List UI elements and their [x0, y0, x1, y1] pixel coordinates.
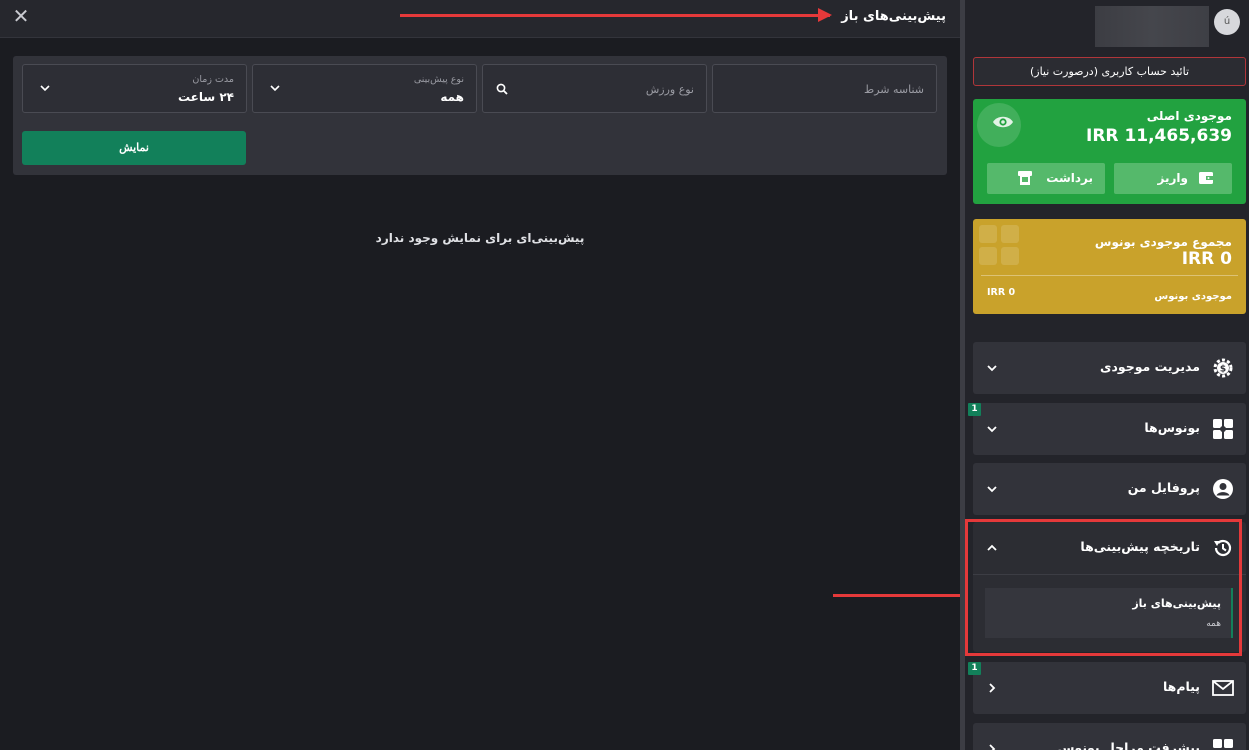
avatar[interactable]: ú — [1214, 9, 1240, 35]
menu-my-profile[interactable]: پروفایل من — [973, 463, 1246, 515]
menu-bonuses[interactable]: بونوس‌ها — [973, 403, 1246, 455]
chevron-down-icon — [987, 486, 997, 493]
search-icon — [496, 83, 508, 95]
bonus-balance-amount: IRR 0 — [1181, 249, 1232, 269]
filter-panel: شناسه شرط نوع ورزش نوع پیش‌بینی همه مدت … — [13, 56, 947, 175]
history-icon — [1214, 539, 1232, 557]
bonus-icon — [1213, 419, 1233, 439]
history-divider — [973, 574, 1246, 575]
bonus-divider — [981, 275, 1238, 276]
messages-count-badge: 1 — [968, 662, 981, 675]
svg-text:$: $ — [1220, 365, 1226, 375]
sport-type-placeholder: نوع ورزش — [645, 83, 694, 96]
menu-bonus-progress[interactable]: پیشرفت مراحل بونوس — [973, 723, 1246, 750]
menu-label: پروفایل من — [1127, 480, 1200, 495]
username-redacted — [1095, 6, 1209, 47]
bet-id-input[interactable]: شناسه شرط — [712, 64, 937, 113]
bonus-sub-label: موجودی بونوس — [1154, 291, 1232, 302]
withdraw-button[interactable]: برداشت — [987, 163, 1105, 194]
bonus-watermark-icon — [979, 225, 1019, 265]
menu-messages[interactable]: پیام‌ها — [973, 662, 1246, 714]
open-bets-title: پیش‌بینی‌های باز — [1132, 597, 1221, 610]
show-button[interactable]: نمایش — [22, 131, 246, 165]
account-sidebar: ú تائید حساب کاربری (درصورت نیاز) موجودی… — [965, 0, 1249, 750]
deposit-label: واریز — [1157, 171, 1188, 185]
main-balance-amount: IRR 11,465,639 — [1086, 126, 1232, 146]
bonus-balance-title: مجموع موجودی بونوس — [1094, 235, 1232, 249]
bonus-sub-value: IRR 0 — [987, 287, 1016, 298]
bet-history-header[interactable]: تاریخچه پیش‌بینی‌ها — [973, 522, 1246, 574]
chevron-right-icon — [989, 744, 996, 750]
atm-icon — [1018, 171, 1032, 185]
open-bets-link[interactable]: پیش‌بینی‌های باز همه — [985, 588, 1233, 638]
gear-dollar-icon: $ — [1213, 358, 1233, 378]
chevron-down-icon — [40, 85, 50, 92]
withdraw-label: برداشت — [1046, 171, 1093, 185]
chevron-down-icon — [987, 426, 997, 433]
bet-type-label: نوع پیش‌بینی — [413, 74, 464, 85]
menu-label: تاریخچه پیش‌بینی‌ها — [1080, 539, 1200, 554]
menu-label: مدیریت موجودی — [1100, 359, 1200, 374]
bonuses-count-badge: 1 — [968, 403, 981, 416]
envelope-icon — [1212, 680, 1234, 696]
wallet-icon — [1199, 172, 1213, 184]
close-icon[interactable]: ✕ — [10, 5, 32, 27]
bonus-progress-icon — [1213, 739, 1233, 748]
bet-type-select[interactable]: نوع پیش‌بینی همه — [252, 64, 477, 113]
menu-balance-management[interactable]: مدیریت موجودی $ — [973, 342, 1246, 394]
chevron-up-icon — [987, 544, 997, 551]
main-balance-card: موجودی اصلی IRR 11,465,639 واریز برداشت — [973, 99, 1246, 204]
top-bar: ✕ پیش‌بینی‌های باز — [0, 0, 960, 38]
duration-value: ۲۴ ساعت — [177, 90, 234, 104]
main-balance-title: موجودی اصلی — [1146, 109, 1232, 123]
open-bets-subtitle: همه — [1206, 619, 1221, 629]
deposit-button[interactable]: واریز — [1114, 163, 1232, 194]
duration-label: مدت زمان — [192, 74, 234, 85]
sport-type-search[interactable]: نوع ورزش — [482, 64, 707, 113]
chevron-down-icon — [270, 85, 280, 92]
duration-select[interactable]: مدت زمان ۲۴ ساعت — [22, 64, 247, 113]
bonus-balance-card: مجموع موجودی بونوس IRR 0 موجودی بونوس IR… — [973, 219, 1246, 314]
eye-icon[interactable] — [992, 114, 1014, 130]
menu-label: پیشرفت مراحل بونوس — [1057, 740, 1200, 750]
user-circle-icon — [1213, 479, 1233, 499]
chevron-right-icon — [989, 683, 996, 693]
bet-id-placeholder: شناسه شرط — [864, 83, 924, 96]
chevron-down-icon — [987, 365, 997, 372]
empty-state-message: پیش‌بینی‌ای برای نمایش وجود ندارد — [375, 231, 585, 245]
menu-bet-history: تاریخچه پیش‌بینی‌ها پیش‌بینی‌های باز همه — [973, 522, 1246, 652]
menu-label: پیام‌ها — [1162, 679, 1200, 694]
main-panel: ✕ پیش‌بینی‌های باز شناسه شرط نوع ورزش نو… — [0, 0, 960, 750]
menu-label: بونوس‌ها — [1144, 420, 1200, 435]
verify-account-button[interactable]: تائید حساب کاربری (درصورت نیاز) — [973, 57, 1246, 86]
annotation-arrow-title — [400, 8, 832, 22]
bet-type-value: همه — [440, 90, 464, 104]
page-title: پیش‌بینی‌های باز — [841, 9, 946, 24]
